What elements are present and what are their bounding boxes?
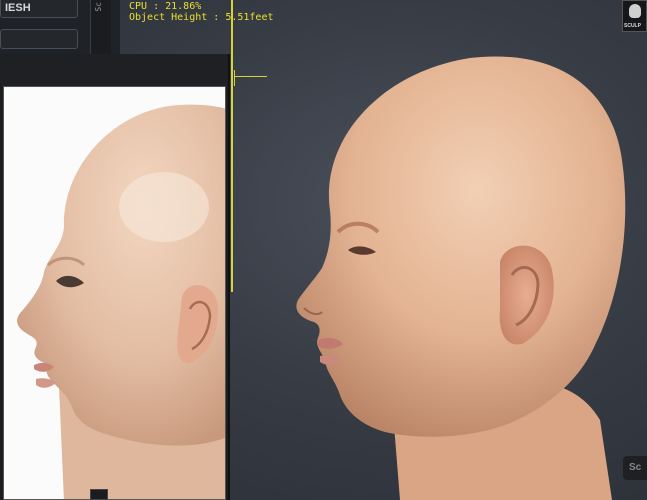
object-height-readout: Object Height : 5.51feet — [129, 12, 274, 23]
bottom-toolbar-tab[interactable] — [90, 489, 108, 500]
vertical-tab-label: Sc — [94, 2, 103, 12]
reference-photo — [3, 86, 226, 500]
panel-button[interactable] — [0, 29, 78, 49]
vertical-tab[interactable]: Sc — [90, 0, 111, 54]
reference-image-window[interactable] — [0, 54, 230, 500]
stats-readout: CPU : 21.86% Object Height : 5.51feet — [129, 1, 274, 23]
guide-handle[interactable] — [234, 70, 235, 86]
reference-window-titlebar[interactable] — [0, 54, 228, 86]
horizontal-guide-line[interactable] — [235, 76, 267, 77]
app-logo: SCULP — [622, 0, 647, 32]
top-left-panel: IESH Sc — [0, 0, 120, 54]
logo-text: SCULP — [624, 23, 641, 29]
bottom-right-tab[interactable]: Sc — [623, 456, 647, 480]
mesh-button[interactable]: IESH — [0, 0, 78, 18]
reference-head-photo — [17, 104, 225, 499]
helmet-icon — [629, 4, 641, 18]
vertical-guide-line[interactable] — [231, 0, 233, 292]
cpu-readout: CPU : 21.86% — [129, 1, 202, 12]
